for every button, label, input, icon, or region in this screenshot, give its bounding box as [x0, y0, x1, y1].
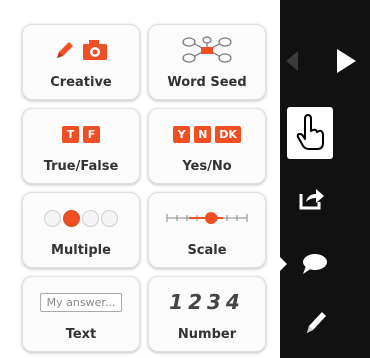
- choice-circle-selected: [63, 209, 80, 227]
- pencil-icon[interactable]: [296, 302, 336, 342]
- word-seed-button[interactable]: Word Seed: [148, 24, 266, 100]
- question-type-grid: Creative Word Seed T F True/False Y N DK…: [22, 24, 266, 352]
- number-sample: 1234: [169, 290, 245, 314]
- yes-no-chips: Y N DK: [149, 119, 265, 149]
- false-chip: F: [83, 125, 100, 143]
- choice-circle: [44, 209, 61, 227]
- scale-slider-icon: [149, 203, 265, 233]
- text-button[interactable]: My answer... Text: [22, 276, 140, 352]
- text-label: Text: [65, 327, 97, 342]
- back-arrow-icon[interactable]: [278, 46, 306, 76]
- hand-pointer-icon: [296, 114, 324, 150]
- text-answer-preview: My answer...: [23, 287, 139, 317]
- creative-label: Creative: [50, 75, 112, 90]
- scale-knob: [205, 212, 217, 224]
- true-false-chips: T F: [23, 119, 139, 149]
- choice-circle: [101, 209, 118, 227]
- true-false-button[interactable]: T F True/False: [22, 108, 140, 184]
- choice-circle: [82, 209, 99, 227]
- play-icon[interactable]: [330, 44, 362, 78]
- true-false-label: True/False: [43, 159, 119, 174]
- no-chip: N: [194, 125, 212, 143]
- word-seed-label: Word Seed: [167, 75, 247, 90]
- number-button[interactable]: 1234 Number: [148, 276, 266, 352]
- camera-icon: [83, 40, 107, 60]
- creative-icons: [23, 35, 139, 65]
- hand-pointer-button[interactable]: [287, 107, 333, 159]
- pencil-icon: [57, 42, 73, 58]
- share-icon[interactable]: [292, 180, 332, 216]
- yes-no-label: Yes/No: [182, 159, 232, 174]
- true-chip: T: [62, 125, 79, 143]
- creative-button[interactable]: Creative: [22, 24, 140, 100]
- dont-know-chip: DK: [215, 125, 241, 143]
- panel-pointer: [280, 257, 287, 271]
- word-seed-icon: [149, 35, 265, 65]
- multiple-choice-circles: [23, 203, 139, 233]
- answer-placeholder: My answer...: [39, 292, 123, 312]
- comment-icon[interactable]: [294, 246, 334, 282]
- multiple-label: Multiple: [51, 243, 111, 258]
- number-label: Number: [177, 327, 237, 342]
- scale-label: Scale: [187, 243, 227, 258]
- number-preview: 1234: [149, 287, 265, 317]
- question-type-panel: Creative Word Seed T F True/False Y N DK…: [0, 0, 280, 358]
- yes-no-button[interactable]: Y N DK Yes/No: [148, 108, 266, 184]
- scale-button[interactable]: Scale: [148, 192, 266, 268]
- multiple-button[interactable]: Multiple: [22, 192, 140, 268]
- yes-chip: Y: [173, 125, 191, 143]
